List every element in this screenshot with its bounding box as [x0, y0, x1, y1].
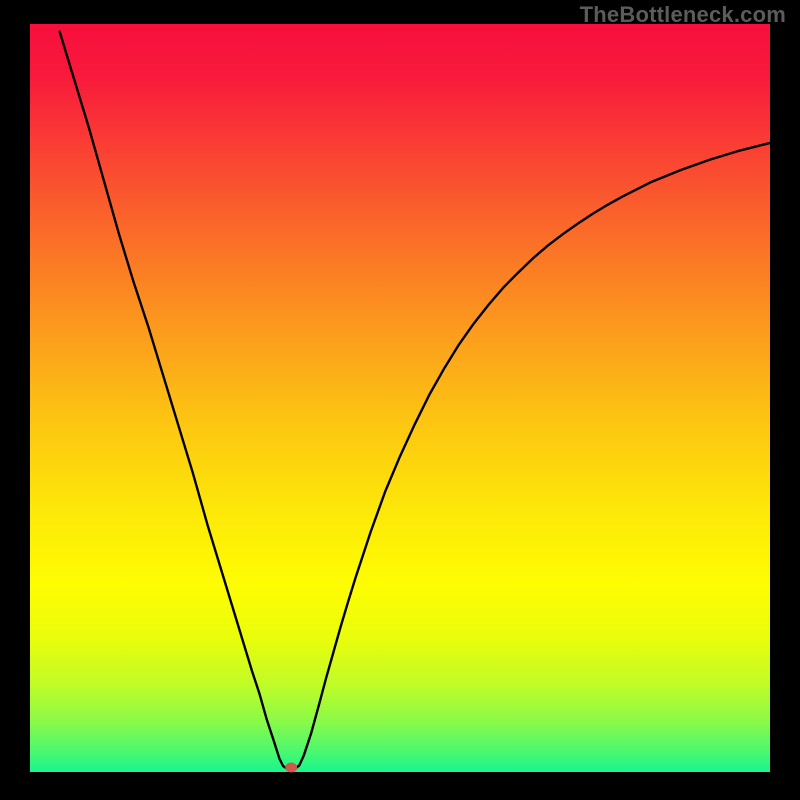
chart-background — [30, 24, 770, 772]
watermark-text: TheBottleneck.com — [580, 2, 786, 28]
bottleneck-chart — [0, 0, 800, 800]
chart-frame: TheBottleneck.com — [0, 0, 800, 800]
optimal-marker — [285, 763, 297, 773]
